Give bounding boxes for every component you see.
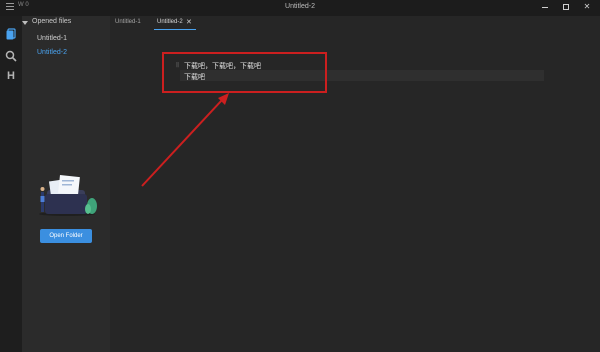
active-tab-indicator xyxy=(154,29,196,30)
close-button[interactable]: ✕ xyxy=(582,2,592,12)
chevron-down-icon xyxy=(22,21,28,25)
window-title: Untitled-2 xyxy=(285,3,315,10)
maximize-icon xyxy=(563,4,569,10)
minimize-button[interactable] xyxy=(540,2,550,12)
activity-bar: H xyxy=(0,16,22,352)
open-folder-button[interactable]: Open Folder xyxy=(40,229,92,243)
maximize-button[interactable] xyxy=(561,2,571,12)
outline-icon[interactable]: H xyxy=(5,70,17,82)
file-item-untitled-2[interactable]: Untitled-2 xyxy=(37,49,67,56)
tab-untitled-1[interactable]: Untitled-1 xyxy=(115,19,141,25)
side-panel: Opened files Untitled-1 Untitled-2 Open … xyxy=(22,16,110,352)
tab-bar: Untitled-1 Untitled-2 ✕ xyxy=(110,16,600,32)
annotation-highlight-box xyxy=(162,52,327,93)
section-title: Opened files xyxy=(32,18,72,25)
title-bar: W 0 Untitled-2 ✕ xyxy=(0,0,600,16)
tab-close-icon[interactable]: ✕ xyxy=(186,18,192,26)
files-icon[interactable] xyxy=(5,25,17,40)
tab-untitled-2[interactable]: Untitled-2 xyxy=(157,19,183,25)
file-item-untitled-1[interactable]: Untitled-1 xyxy=(37,35,67,42)
minimize-icon xyxy=(542,7,548,8)
empty-folder-illustration xyxy=(37,166,99,218)
search-icon[interactable] xyxy=(5,47,17,62)
